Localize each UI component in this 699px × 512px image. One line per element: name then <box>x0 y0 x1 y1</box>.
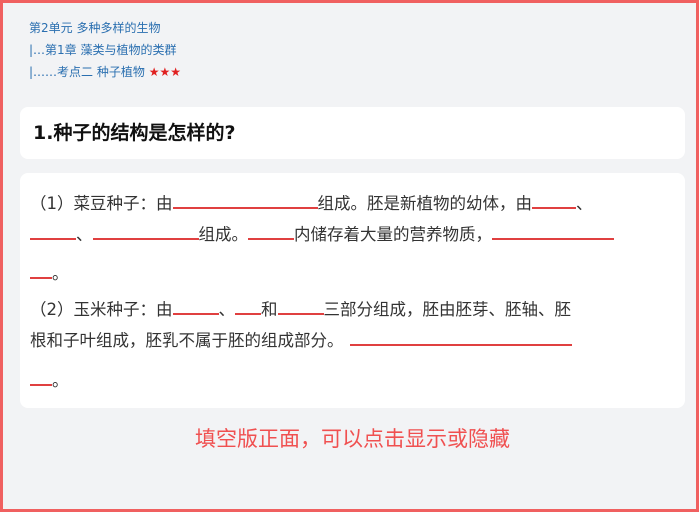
blank-field[interactable] <box>349 326 572 346</box>
question-title-card: 1.种子的结构是怎样的? <box>20 107 685 159</box>
text-segment: （2）玉米种子：由 <box>30 300 173 319</box>
blank-field[interactable] <box>172 295 219 315</box>
blank-field[interactable] <box>492 220 614 240</box>
breadcrumb: 第2单元 多种多样的生物 |…第1章 藻类与植物的类群 |……考点二 种子植物 … <box>29 17 181 83</box>
question-title: 1.种子的结构是怎样的? <box>33 122 236 144</box>
blank-field[interactable] <box>30 259 52 279</box>
blank-field[interactable] <box>532 189 576 209</box>
blank-field[interactable] <box>30 220 76 240</box>
breadcrumb-chapter[interactable]: |…第1章 藻类与植物的类群 <box>29 39 181 61</box>
text-segment: 组成。 <box>198 225 249 244</box>
card-frame: 第2单元 多种多样的生物 |…第1章 藻类与植物的类群 |……考点二 种子植物 … <box>0 0 699 512</box>
content-line-4: （2）玉米种子：由 、 和 三部分组成，胚由胚芽、胚轴、胚 <box>30 295 571 323</box>
content-line-5: 根和子叶组成，胚乳不属于胚的组成部分。 <box>30 326 572 354</box>
text-segment: 、 <box>218 300 236 319</box>
text-segment: 三部分组成，胚由胚芽、胚轴、胚 <box>323 300 572 319</box>
text-segment: 、 <box>76 225 93 244</box>
blank-field[interactable] <box>172 189 318 209</box>
blank-field[interactable] <box>277 295 324 315</box>
blank-field[interactable] <box>248 220 294 240</box>
breadcrumb-topic[interactable]: |……考点二 种子植物 ★★★ <box>29 61 181 83</box>
text-segment: （1）菜豆种子：由 <box>30 194 173 213</box>
text-segment: 和 <box>261 300 278 319</box>
text-segment: 。 <box>52 264 69 283</box>
blank-field[interactable] <box>30 366 52 386</box>
text-segment: 根和子叶组成，胚乳不属于胚的组成部分。 <box>30 331 344 350</box>
text-segment: 组成。胚是新植物的幼体，由 <box>317 194 533 213</box>
breadcrumb-topic-label: |……考点二 种子植物 <box>29 65 149 79</box>
content-line-1: （1）菜豆种子：由 组成。胚是新植物的幼体，由 、 <box>30 189 593 217</box>
breadcrumb-unit[interactable]: 第2单元 多种多样的生物 <box>29 17 181 39</box>
difficulty-stars: ★★★ <box>148 65 181 79</box>
blank-field[interactable] <box>235 295 261 315</box>
toggle-answers-hint[interactable]: 填空版正面，可以点击显示或隐藏 <box>3 423 699 453</box>
content-line-6: 。 <box>30 366 69 394</box>
text-segment: 、 <box>576 194 593 213</box>
blank-field[interactable] <box>92 220 199 240</box>
text-segment: 内储存着大量的营养物质， <box>294 225 492 244</box>
answer-card[interactable]: （1）菜豆种子：由 组成。胚是新植物的幼体，由、 、组成。 内储存着大量的营养物质，… <box>20 173 685 408</box>
content-line-3: 。 <box>30 259 69 287</box>
content-line-2: 、 组成。 内储存着大量的营养物质， <box>30 220 614 248</box>
text-segment: 。 <box>52 371 69 390</box>
